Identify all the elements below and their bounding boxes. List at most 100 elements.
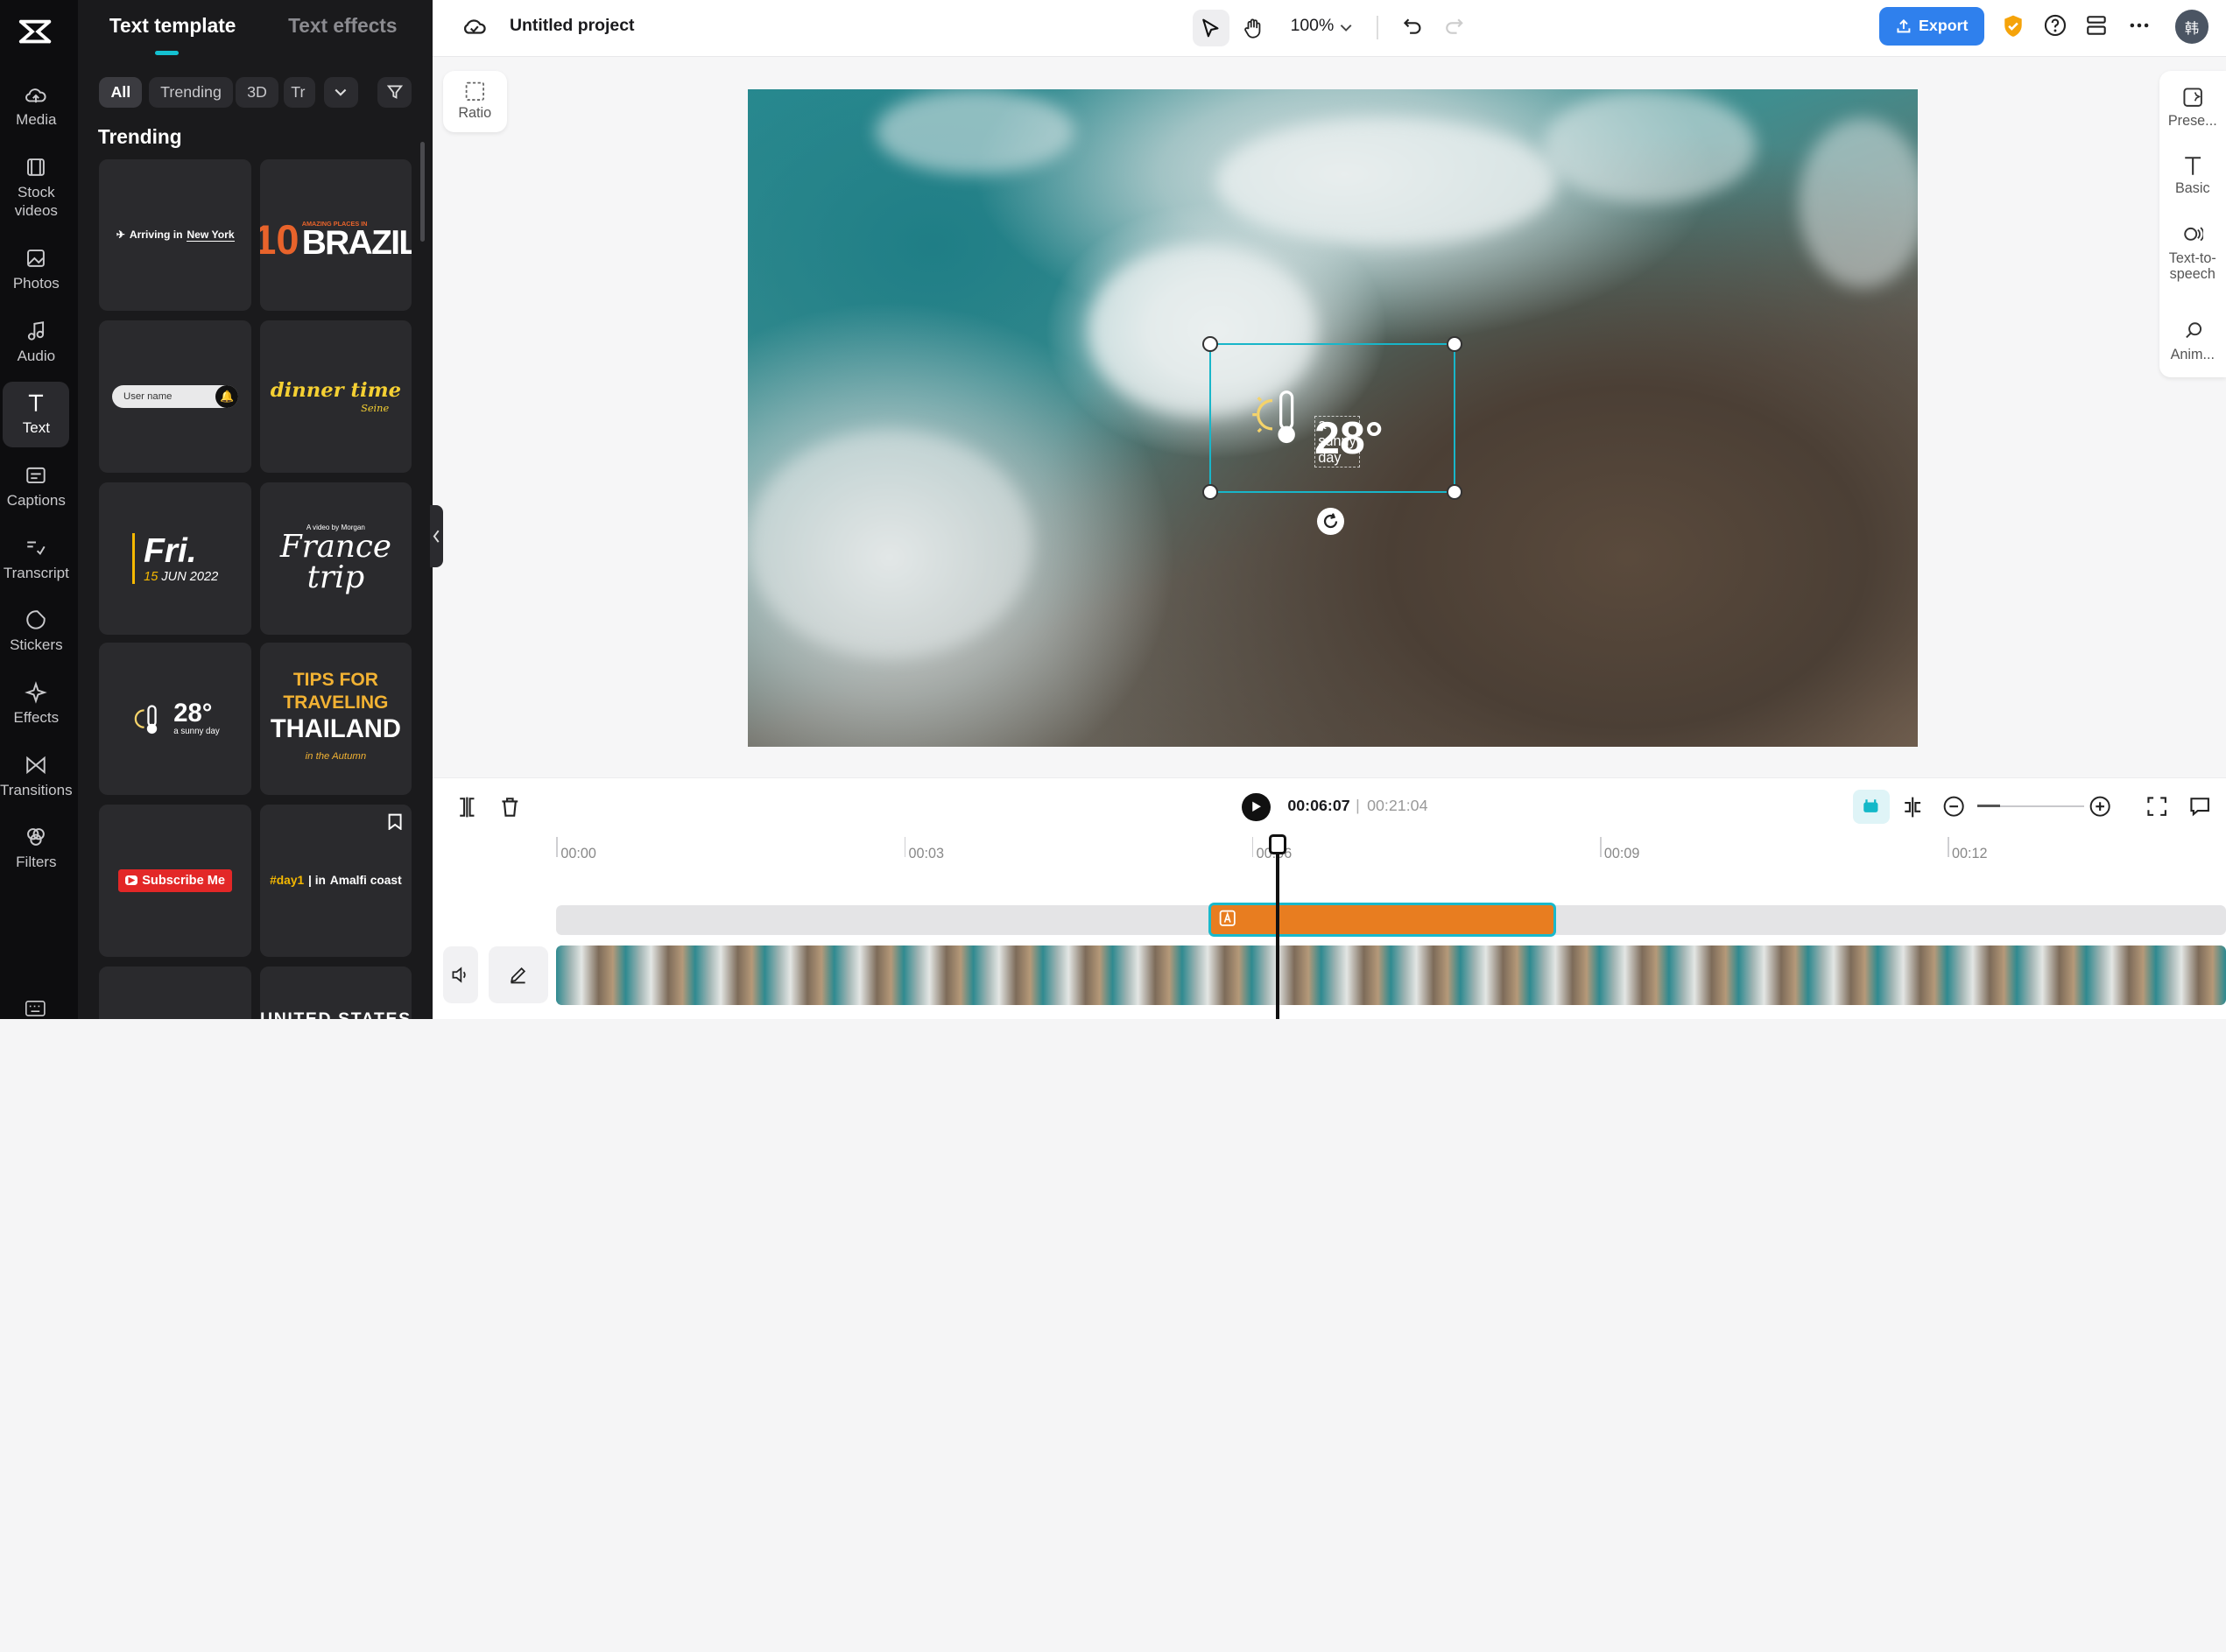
card-text: a sunny day — [173, 727, 220, 737]
playhead-line[interactable] — [1276, 837, 1279, 1019]
cloud-upload-icon — [25, 88, 46, 102]
rail-photos[interactable]: Photos — [3, 242, 69, 292]
comment-icon[interactable] — [2189, 796, 2210, 817]
mute-track-button[interactable] — [442, 946, 479, 1004]
speaker-icon — [453, 967, 467, 983]
resize-handle-top-right[interactable] — [1446, 336, 1462, 353]
project-title[interactable]: Untitled project — [510, 16, 635, 36]
cursor-arrow-icon — [1202, 18, 1219, 38]
more-chips-button[interactable] — [323, 76, 358, 109]
snap-icon — [1863, 799, 1878, 813]
rail-label: Transitions — [0, 781, 73, 798]
template-card-dinner-time[interactable]: dinner time Seine — [259, 320, 412, 473]
rail-transitions[interactable]: Transitions — [0, 748, 73, 798]
help-icon[interactable] — [2044, 14, 2067, 37]
timeline-toolbar: 00:06:07 | 00:21:04 — [433, 777, 2226, 835]
keyboard-icon[interactable] — [25, 1000, 46, 1017]
resize-handle-bottom-right[interactable] — [1446, 483, 1462, 500]
template-card-amalfi[interactable]: #day1 | in Amalfi coast — [259, 805, 412, 957]
card-text: Amalfi coast — [329, 874, 402, 888]
active-tab-indicator — [154, 51, 180, 56]
delete-icon[interactable] — [500, 796, 520, 819]
zoom-in-icon[interactable] — [2089, 796, 2110, 817]
chip-tr[interactable]: Tr — [284, 76, 315, 109]
collapse-panel-handle[interactable] — [430, 505, 443, 568]
rail-stickers[interactable]: Stickers — [3, 603, 69, 654]
divider — [1377, 15, 1379, 40]
template-card-partial[interactable] — [99, 966, 251, 1019]
chevron-down-icon[interactable] — [1339, 21, 1353, 35]
more-icon[interactable] — [2128, 14, 2151, 37]
chip-3d[interactable]: 3D — [236, 76, 278, 109]
fullscreen-icon[interactable] — [2146, 796, 2167, 817]
template-card-thailand[interactable]: TIPS FOR TRAVELING THAILAND in the Autum… — [259, 643, 412, 795]
template-card-subscribe[interactable]: ▶ Subscribe Me — [99, 805, 251, 957]
template-card-user-name[interactable]: User name 🔔 — [99, 320, 251, 473]
right-rail-animation[interactable]: Anim... — [2159, 320, 2226, 363]
filter-icon — [27, 828, 46, 847]
rail-text[interactable]: Text — [3, 382, 70, 447]
rail-audio[interactable]: Audio — [3, 313, 69, 364]
template-card-france-trip[interactable]: A video by Morgan France trip — [259, 482, 412, 635]
rail-transcript[interactable]: Transcript — [3, 531, 69, 581]
resize-handle-bottom-left[interactable] — [1202, 483, 1218, 500]
chip-all[interactable]: All — [99, 76, 143, 109]
select-tool-button[interactable] — [1192, 10, 1229, 47]
play-button[interactable] — [1242, 792, 1271, 821]
template-card-brazil[interactable]: 10 AMAZING PLACES IN BRAZIL — [259, 158, 412, 312]
export-label: Export — [1919, 17, 1969, 35]
card-text: THAILAND — [270, 715, 401, 744]
template-card-fri[interactable]: Fri. 15 JUN 2022 — [99, 482, 251, 635]
chip-trending[interactable]: Trending — [149, 76, 233, 109]
rail-label: Stock videos — [14, 184, 58, 220]
image-icon — [27, 250, 46, 267]
layers-icon[interactable] — [2085, 14, 2108, 37]
right-rail-basic[interactable]: Basic — [2159, 155, 2226, 198]
filter-button[interactable] — [377, 76, 412, 109]
right-rail-label: Text-to-speech — [2168, 250, 2216, 282]
video-track-clip[interactable] — [556, 945, 2226, 1005]
right-rail-label: Basic — [2174, 180, 2210, 197]
rail-effects[interactable]: Effects — [3, 676, 69, 727]
magnet-snap-button[interactable] — [1852, 790, 1890, 825]
capcut-logo-icon[interactable] — [17, 13, 53, 50]
text-clip[interactable] — [1208, 903, 1556, 937]
text-clip-icon — [1219, 910, 1236, 926]
export-button[interactable]: Export — [1879, 7, 1985, 46]
template-card-weather[interactable]: 28° a sunny day — [99, 643, 251, 795]
rail-media[interactable]: Media — [3, 78, 69, 129]
hand-tool-button[interactable] — [1235, 10, 1271, 46]
rail-captions[interactable]: Captions — [3, 459, 69, 510]
sun-thermometer-icon — [134, 705, 157, 735]
tab-text-template[interactable]: Text template — [109, 14, 236, 38]
zoom-out-icon[interactable] — [1943, 796, 1964, 817]
captions-icon — [26, 467, 46, 484]
playhead-handle[interactable] — [1269, 834, 1286, 854]
resize-handle-top-left[interactable] — [1202, 336, 1218, 353]
ratio-button[interactable]: Ratio — [442, 71, 507, 132]
ruler-tick — [904, 837, 906, 858]
section-title-trending: Trending — [97, 124, 182, 148]
selection-box[interactable] — [1209, 343, 1455, 493]
split-view-icon[interactable] — [1902, 796, 1923, 819]
rail-stock-videos[interactable]: Stock videos — [3, 151, 69, 220]
right-rail-text-to-speech[interactable]: Text-to-speech — [2159, 224, 2226, 282]
undo-icon[interactable] — [1403, 17, 1423, 37]
redo-icon[interactable] — [1444, 17, 1464, 37]
aspect-ratio-icon — [465, 81, 484, 101]
bookmark-icon[interactable] — [388, 813, 402, 831]
cloud-save-icon[interactable] — [462, 16, 487, 37]
shield-pro-icon[interactable] — [2002, 14, 2025, 39]
split-icon[interactable] — [457, 796, 477, 819]
edit-track-button[interactable] — [488, 946, 548, 1004]
ruler-tick — [1948, 837, 1949, 858]
wave-foam — [876, 89, 1075, 175]
template-card-united-states[interactable]: UNITED STATES — [259, 966, 412, 1019]
template-card-arriving-new-york[interactable]: ✈ Arriving in New York — [99, 158, 251, 312]
zoom-level[interactable]: 100% — [1291, 16, 1335, 36]
panel-scrollbar[interactable] — [419, 142, 425, 242]
avatar[interactable]: 韩 — [2174, 10, 2209, 45]
rail-filters[interactable]: Filters — [3, 820, 69, 871]
tab-text-effects[interactable]: Text effects — [288, 14, 397, 38]
right-rail-presets[interactable]: Prese... — [2159, 87, 2226, 130]
